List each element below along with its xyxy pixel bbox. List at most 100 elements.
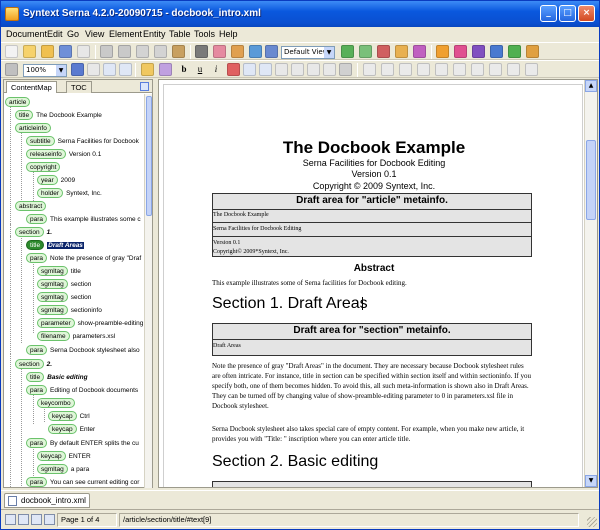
title-bar[interactable]: Syntext Serna 4.2.0-20090715 - docbook_i… — [1, 1, 599, 27]
insert-note-icon[interactable] — [159, 63, 172, 76]
view-mode-icon[interactable] — [18, 514, 29, 525]
tree-node[interactable]: sgmltag a para — [37, 464, 89, 475]
tree-node[interactable]: holder Syntext, Inc. — [37, 188, 102, 199]
menu-table[interactable]: Table — [169, 29, 191, 39]
table-props-icon[interactable] — [489, 63, 502, 76]
tree-node[interactable]: subtitle Serna Facilities for Docbook — [26, 136, 139, 147]
tree-node[interactable]: articleinfo — [15, 123, 51, 134]
undo-icon[interactable] — [100, 45, 113, 58]
document-page[interactable]: The Docbook Example Serna Facilities for… — [163, 84, 583, 487]
save-icon[interactable] — [59, 45, 72, 58]
rename-element-icon[interactable] — [359, 45, 372, 58]
ordered-list-icon[interactable] — [243, 63, 256, 76]
cut-icon[interactable] — [136, 45, 149, 58]
link-icon[interactable] — [508, 45, 521, 58]
tree-node[interactable]: article — [5, 97, 31, 108]
section2-heading[interactable]: Section 2. Basic editing — [212, 453, 378, 471]
table-column-icon[interactable] — [399, 63, 412, 76]
section1-heading[interactable]: Section 1. Draft Areas — [212, 295, 368, 313]
zoom-icon[interactable] — [71, 63, 84, 76]
menu-edit[interactable]: Edit — [47, 29, 63, 39]
tree-node[interactable]: title The Docbook Example — [15, 110, 102, 121]
split-cells-icon[interactable] — [435, 63, 448, 76]
minimize-button[interactable]: _ — [540, 5, 557, 22]
tree-node[interactable]: para Editing of Docbook documents — [26, 385, 138, 396]
copy-icon[interactable] — [154, 45, 167, 58]
align-left-icon[interactable] — [275, 63, 288, 76]
insert-table-icon[interactable] — [363, 63, 376, 76]
bracket-icon[interactable] — [454, 45, 467, 58]
document-scrollbar[interactable]: ▲ ▼ — [584, 80, 597, 487]
tree-node[interactable]: para You can see current editing cor — [26, 477, 139, 488]
tab-toc[interactable]: TOC — [66, 81, 92, 93]
draft-area-section2[interactable] — [212, 481, 532, 487]
tree-node[interactable]: filename parameters.xsl — [37, 331, 115, 342]
print-icon[interactable] — [77, 45, 90, 58]
page-view-icon[interactable] — [87, 63, 100, 76]
menu-view[interactable]: View — [85, 29, 104, 39]
delete-table-icon[interactable] — [525, 63, 538, 76]
open-folder-icon[interactable] — [23, 45, 36, 58]
page-icon[interactable] — [44, 514, 55, 525]
validate-icon[interactable] — [231, 45, 244, 58]
menu-element[interactable]: Element — [109, 29, 142, 39]
menu-tools[interactable]: Tools — [194, 29, 215, 39]
scrollbar-thumb[interactable] — [146, 96, 152, 216]
bold-button[interactable]: b — [179, 64, 189, 74]
tree-node[interactable]: parameter show-preamble-editing — [37, 318, 143, 329]
menu-entity[interactable]: Entity — [143, 29, 166, 39]
xslt-icon[interactable] — [413, 45, 426, 58]
zoom-select[interactable]: 100% ▼ — [23, 64, 67, 77]
view-select[interactable]: Default View ▼ — [281, 46, 335, 59]
tree-node[interactable]: section 2. — [15, 359, 52, 370]
tree-node[interactable]: keycap ENTER — [37, 451, 91, 462]
tree-node[interactable]: keycombo — [37, 398, 75, 409]
justify-icon[interactable] — [323, 63, 336, 76]
open-recent-icon[interactable] — [41, 45, 54, 58]
draft-area-article[interactable]: Draft area for "article" metainfo. The D… — [212, 193, 532, 257]
arrow-right-icon[interactable] — [472, 45, 485, 58]
tree-node[interactable]: keycap Ctrl — [48, 411, 90, 422]
new-document-icon[interactable] — [5, 45, 18, 58]
scrollbar-thumb[interactable] — [586, 140, 596, 220]
italic-button[interactable]: i — [211, 64, 221, 74]
tree-node[interactable]: para Serna Docbook stylesheet also — [26, 345, 140, 356]
resize-grip[interactable] — [587, 517, 597, 527]
menu-help[interactable]: Help — [219, 29, 238, 39]
edit-mode-icon[interactable] — [5, 514, 16, 525]
insert-section-icon[interactable] — [141, 63, 154, 76]
tree-node[interactable]: keycap Enter — [48, 424, 95, 435]
binoculars-icon[interactable] — [195, 45, 208, 58]
tree-scrollbar[interactable] — [144, 94, 152, 488]
section1-para1[interactable]: Note the presence of gray "Draft Areas" … — [212, 361, 532, 411]
table-row-icon[interactable] — [381, 63, 394, 76]
triangle-icon[interactable] — [490, 45, 503, 58]
tab-docbook-intro[interactable]: docbook_intro.xml — [4, 493, 90, 508]
scroll-down-icon[interactable]: ▼ — [585, 475, 597, 487]
menu-go[interactable]: Go — [67, 29, 79, 39]
tree-node[interactable]: section 1. — [15, 227, 52, 238]
document-icon[interactable] — [31, 514, 42, 525]
paste-icon[interactable] — [172, 45, 185, 58]
tree-node[interactable]: sgmltag title — [37, 266, 81, 277]
tree-node[interactable]: sgmltag section — [37, 279, 91, 290]
draft-area-section[interactable]: Draft area for "section" metainfo. Draft… — [212, 323, 532, 356]
tree-node[interactable]: year 2009 — [37, 175, 75, 186]
align-right-icon[interactable] — [307, 63, 320, 76]
tree-node[interactable]: releaseinfo Version 0.1 — [26, 149, 101, 160]
spellcheck-icon[interactable] — [213, 45, 226, 58]
delete-row-icon[interactable] — [453, 63, 466, 76]
tree-node[interactable]: sgmltag section — [37, 292, 91, 303]
attributes-icon[interactable] — [395, 45, 408, 58]
delete-column-icon[interactable] — [471, 63, 484, 76]
tree-node-selected[interactable]: title Draft Areas — [26, 240, 84, 251]
section1-para2[interactable]: Serna Docbook stylesheet also takes spec… — [212, 424, 532, 444]
tree-node[interactable]: copyright — [26, 162, 61, 173]
abstract-para[interactable]: This example illustrates some of Serna f… — [212, 278, 532, 288]
scroll-up-icon[interactable]: ▲ — [585, 80, 597, 92]
pane-options-icon[interactable] — [140, 82, 149, 91]
menu-document[interactable]: Document — [6, 29, 47, 39]
bullet-list-icon[interactable] — [259, 63, 272, 76]
merge-cells-icon[interactable] — [417, 63, 430, 76]
fit-width-icon[interactable] — [119, 63, 132, 76]
